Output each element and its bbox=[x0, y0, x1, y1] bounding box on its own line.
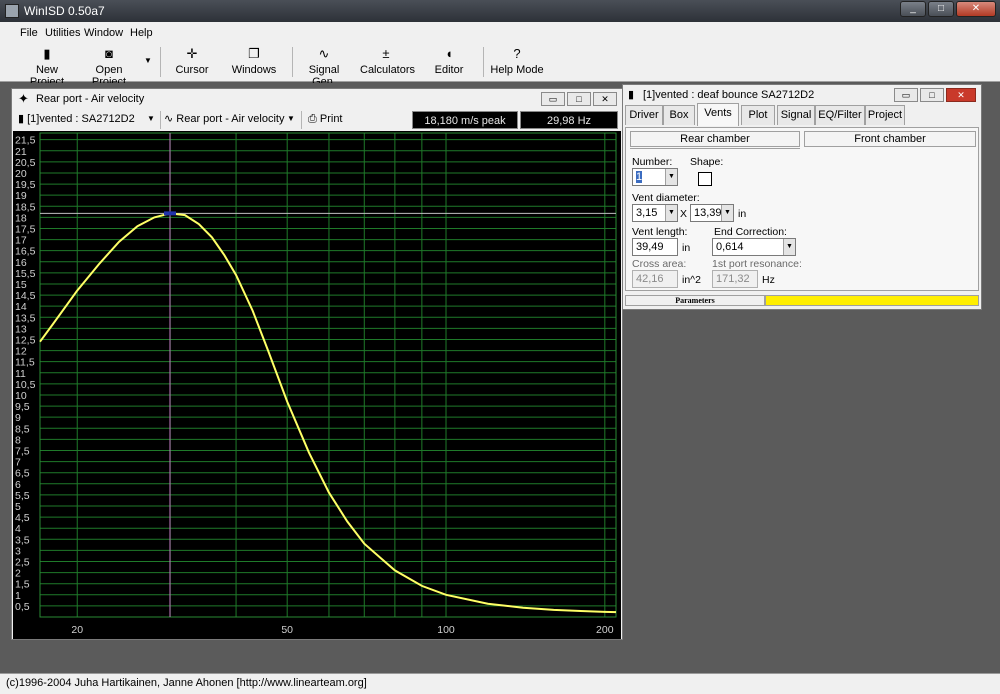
project-icon: ▮ bbox=[18, 113, 28, 125]
vent-diameter-1-select[interactable]: 3,15 ▼ bbox=[632, 204, 678, 222]
plot-minimize-button[interactable]: ▭ bbox=[541, 92, 565, 106]
shape-square-icon[interactable] bbox=[698, 172, 712, 186]
params-window: ▮ [1]vented : deaf bounce SA2712D2 ▭ □ ✕… bbox=[622, 84, 982, 310]
tab-vents[interactable]: Vents bbox=[697, 103, 739, 126]
vents-panel: Rear chamber Front chamber Number: 1 ▼ S… bbox=[625, 127, 979, 291]
plot-window-title: Rear port - Air velocity bbox=[36, 93, 145, 105]
x-tick-label: 20 bbox=[71, 624, 83, 636]
calculators-button[interactable]: ± Calculators bbox=[360, 46, 415, 80]
open-project-button[interactable]: ◙ Open Project bbox=[78, 46, 140, 88]
menu-file[interactable]: File bbox=[20, 27, 38, 39]
cross-area-unit: in^2 bbox=[682, 274, 701, 286]
cursor-icon: ✛ bbox=[186, 46, 198, 61]
menu-help[interactable]: Help bbox=[130, 27, 153, 39]
vent-x-label: X bbox=[680, 208, 688, 220]
params-maximize-button[interactable]: □ bbox=[920, 88, 944, 102]
tab-signal[interactable]: Signal bbox=[777, 105, 815, 125]
number-select[interactable]: 1 ▼ bbox=[632, 168, 678, 186]
front-chamber-header[interactable]: Front chamber bbox=[804, 131, 976, 147]
peak-readout: 18,180 m/s peak bbox=[412, 111, 518, 129]
maximize-button[interactable]: □ bbox=[928, 1, 954, 17]
cross-area-field: 42,16 bbox=[632, 270, 678, 288]
app-title: WinISD 0.50a7 bbox=[24, 4, 105, 18]
air-velocity-chart[interactable]: 21,52120,52019,51918,51817,51716,51615,5… bbox=[13, 131, 621, 639]
end-correction-select[interactable]: 0,614 ▼ bbox=[712, 238, 796, 256]
vent-length-input[interactable]: 39,49 bbox=[632, 238, 678, 256]
close-button[interactable]: ✕ bbox=[956, 1, 996, 17]
x-tick-label: 100 bbox=[437, 624, 455, 636]
cursor-marker bbox=[163, 211, 176, 216]
minimize-button[interactable]: _ bbox=[900, 1, 926, 17]
status-bar: (c)1996-2004 Juha Hartikainen, Janne Aho… bbox=[0, 673, 1000, 694]
new-project-icon: ▮ bbox=[43, 46, 51, 61]
tab-plot[interactable]: Plot bbox=[741, 105, 775, 125]
graph-select[interactable]: ∿ Rear port - Air velocity ▼ bbox=[164, 111, 299, 129]
shape-label: Shape: bbox=[690, 156, 724, 168]
port-resonance-unit: Hz bbox=[762, 274, 775, 286]
editor-button[interactable]: ◖ Editor bbox=[430, 46, 468, 80]
chevron-down-icon: ▼ bbox=[783, 239, 795, 255]
windows-button[interactable]: ❐ Windows bbox=[229, 46, 279, 80]
copyright-text: (c)1996-2004 Juha Hartikainen, Janne Aho… bbox=[6, 677, 367, 689]
menu-window[interactable]: Window bbox=[84, 27, 123, 39]
parameters-status-bar bbox=[765, 295, 979, 306]
x-tick-label: 200 bbox=[596, 624, 614, 636]
vent-diameter-2-select[interactable]: 13,39 ▼ bbox=[690, 204, 734, 222]
params-minimize-button[interactable]: ▭ bbox=[894, 88, 918, 102]
plot-close-button[interactable]: ✕ bbox=[593, 92, 617, 106]
chevron-down-icon: ▼ bbox=[721, 205, 733, 221]
open-project-icon: ◙ bbox=[105, 46, 113, 61]
plot-window: ✦ Rear port - Air velocity ▭ □ ✕ ▮ [1]ve… bbox=[11, 88, 623, 640]
plot-window-icon: ✦ bbox=[18, 91, 29, 106]
vent-length-unit: in bbox=[682, 242, 691, 254]
tab-box[interactable]: Box bbox=[663, 105, 695, 125]
toolbar: ▮ New Project ◙ Open Project ▼ ✛ Cursor … bbox=[0, 44, 1000, 88]
calculators-icon: ± bbox=[382, 46, 390, 61]
menu-bar: File Utilities Window Help bbox=[0, 22, 1000, 44]
editor-icon: ◖ bbox=[445, 46, 453, 61]
chevron-down-icon: ▼ bbox=[147, 114, 155, 123]
chevron-down-icon: ▼ bbox=[665, 169, 677, 185]
plot-maximize-button[interactable]: □ bbox=[567, 92, 591, 106]
project-select[interactable]: ▮ [1]vented : SA2712D2 ▼ bbox=[18, 111, 158, 129]
port-resonance-label: 1st port resonance: bbox=[712, 258, 802, 270]
params-close-button[interactable]: ✕ bbox=[946, 88, 976, 102]
end-correction-label: End Correction: bbox=[714, 226, 787, 238]
y-tick-label: 0,5 bbox=[15, 601, 30, 613]
vent-length-label: Vent length: bbox=[632, 226, 688, 238]
signal-gen-icon: ∿ bbox=[318, 46, 330, 61]
windows-icon: ❐ bbox=[248, 46, 260, 61]
tab-driver[interactable]: Driver bbox=[625, 105, 663, 125]
chevron-down-icon: ▼ bbox=[287, 114, 295, 123]
vent-diameter-unit: in bbox=[738, 208, 747, 220]
vent-diameter-label: Vent diameter: bbox=[632, 192, 700, 204]
rear-chamber-header[interactable]: Rear chamber bbox=[630, 131, 800, 147]
params-window-title: [1]vented : deaf bounce SA2712D2 bbox=[643, 89, 815, 101]
signal-gen-button[interactable]: ∿ Signal Gen. bbox=[297, 46, 351, 88]
graph-wave-icon: ∿ bbox=[164, 113, 177, 125]
menu-utilities[interactable]: Utilities bbox=[45, 27, 80, 39]
port-resonance-field: 171,32 bbox=[712, 270, 758, 288]
app-titlebar: WinISD 0.50a7 _ □ ✕ bbox=[0, 0, 1000, 22]
plot-window-titlebar: ✦ Rear port - Air velocity ▭ □ ✕ bbox=[12, 89, 622, 109]
print-button[interactable]: ⎙ Print bbox=[308, 111, 358, 129]
help-mode-button[interactable]: ? Help Mode bbox=[490, 46, 544, 80]
printer-icon: ⎙ bbox=[308, 113, 317, 125]
x-tick-label: 50 bbox=[281, 624, 293, 636]
params-window-icon: ▮ bbox=[628, 89, 635, 101]
chart-background bbox=[13, 131, 621, 639]
number-label: Number: bbox=[632, 156, 673, 168]
frequency-readout: 29,98 Hz bbox=[520, 111, 618, 129]
params-window-titlebar: ▮ [1]vented : deaf bounce SA2712D2 ▭ □ ✕ bbox=[623, 85, 981, 105]
tab-project[interactable]: Project bbox=[865, 105, 905, 125]
help-icon: ? bbox=[513, 46, 521, 61]
chevron-down-icon: ▼ bbox=[665, 205, 677, 221]
parameters-status-label: Parameters bbox=[625, 295, 765, 306]
cross-area-label: Cross area: bbox=[632, 258, 687, 270]
cursor-button[interactable]: ✛ Cursor bbox=[170, 46, 214, 80]
app-icon bbox=[5, 4, 19, 18]
new-project-button[interactable]: ▮ New Project bbox=[18, 46, 76, 88]
tab-eq-filter[interactable]: EQ/Filter bbox=[815, 105, 865, 125]
